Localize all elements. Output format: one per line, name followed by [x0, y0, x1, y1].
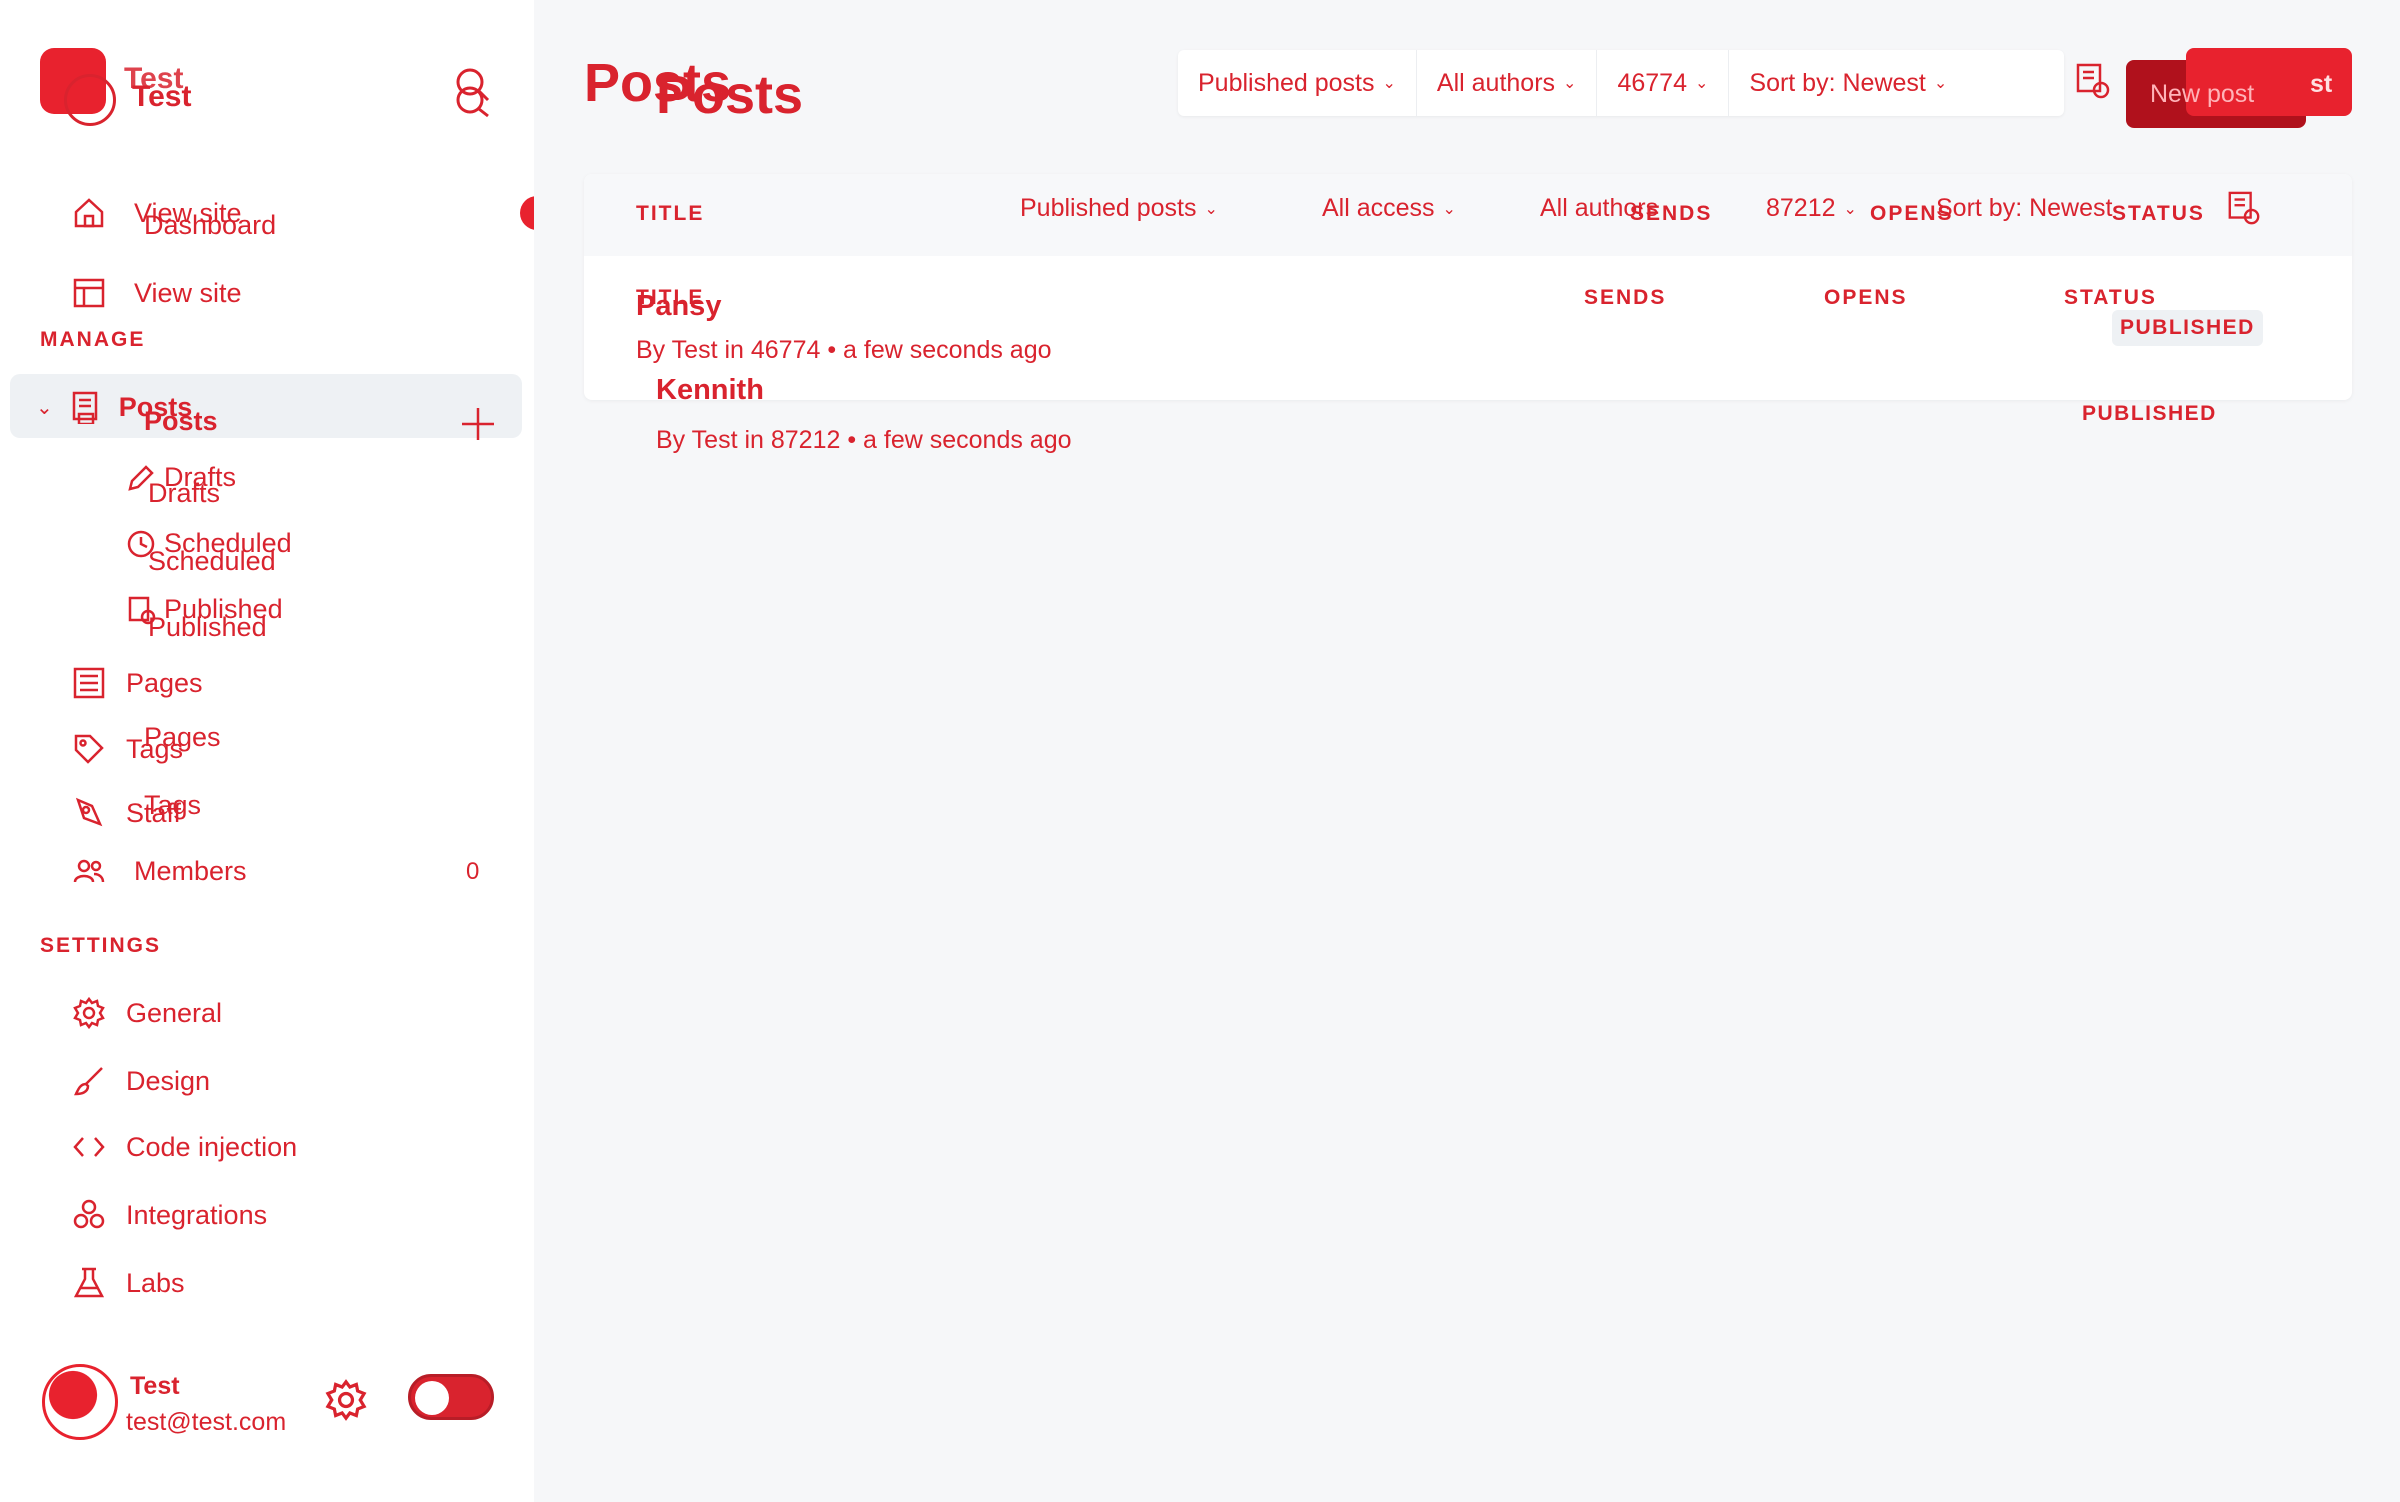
- filter-label: 87212: [1766, 194, 1836, 222]
- chevron-down-icon[interactable]: ⌄: [36, 395, 53, 420]
- inline-filter-authors[interactable]: All authors: [1540, 194, 1658, 223]
- user-name: Test: [130, 1372, 180, 1400]
- column-header-sends-ghost: SENDS: [1584, 286, 1667, 309]
- sidebar-item-view-site-2[interactable]: View site: [72, 276, 242, 310]
- filter-label: Published posts: [1020, 194, 1197, 222]
- home-icon: [74, 198, 104, 228]
- tag-icon: [74, 734, 104, 764]
- filter-sort[interactable]: Sort by: Newest ⌄: [1729, 50, 1967, 116]
- search-icon[interactable]: [452, 64, 492, 118]
- filter-label: Sort by: Newest: [1936, 194, 2113, 222]
- brand-name[interactable]: Test: [132, 80, 191, 114]
- chevron-down-icon: ⌄: [1442, 200, 1456, 218]
- sidebar-item-staff[interactable]: Staff: [72, 796, 181, 830]
- sidebar-item-members[interactable]: Members: [72, 854, 247, 888]
- layout-icon: [73, 278, 105, 308]
- gear-icon: [73, 996, 105, 1030]
- sidebar-subitem-ghost-label: Published: [148, 612, 267, 642]
- gear-icon[interactable]: [324, 1378, 368, 1422]
- chevron-down-icon: ⌄: [1204, 200, 1218, 218]
- sidebar-item-ghost-label: Posts: [144, 406, 218, 436]
- integrations-icon: [73, 1199, 105, 1229]
- filter-label: Sort by: Newest: [1749, 68, 1926, 97]
- column-header-opens-ghost: OPENS: [1824, 286, 1908, 309]
- status-badge: PUBLISHED: [2112, 310, 2263, 346]
- brand-logo[interactable]: [40, 48, 116, 126]
- user-email: test@test.com: [126, 1408, 287, 1436]
- filter-post-type[interactable]: Published posts ⌄: [1178, 50, 1417, 116]
- members-icon: [73, 859, 105, 883]
- inline-filter-access[interactable]: All access ⌄: [1322, 194, 1456, 223]
- post-title-link[interactable]: Kennith: [656, 374, 764, 407]
- column-header-title: TITLE: [636, 202, 705, 225]
- column-header-status-ghost: STATUS: [2064, 286, 2157, 309]
- section-title-manage: MANAGE: [40, 328, 146, 351]
- view-options-icon[interactable]: [2074, 62, 2112, 102]
- sidebar-item-label: Tags: [126, 733, 184, 764]
- sidebar-item-general[interactable]: General: [72, 996, 222, 1030]
- plus-icon[interactable]: [458, 404, 498, 444]
- posts-icon: [72, 391, 98, 424]
- sidebar-item-pages[interactable]: Pages: [72, 666, 203, 700]
- chevron-down-icon: ⌄: [1933, 75, 1948, 92]
- post-meta: By Test in 87212 • a few seconds ago: [656, 426, 1072, 454]
- chevron-down-icon: ⌄: [1843, 200, 1857, 218]
- filter-label: All authors: [1436, 68, 1556, 97]
- avatar[interactable]: [42, 1364, 118, 1440]
- chevron-down-icon: ⌄: [1563, 75, 1577, 92]
- chevron-down-icon: ⌄: [1382, 75, 1396, 92]
- new-post-button-label: New post: [2150, 80, 2255, 108]
- sidebar-item-tags[interactable]: Tags: [72, 732, 183, 766]
- page-title: Posts: [656, 65, 804, 125]
- post-meta: By Test in 46774 • a few seconds ago: [636, 336, 1052, 364]
- theme-toggle[interactable]: [408, 1374, 494, 1420]
- sidebar-item-label: Members: [134, 855, 247, 886]
- sidebar-item-label: Labs: [126, 1267, 185, 1298]
- flask-icon: [73, 1267, 105, 1298]
- sidebar-item-code-injection[interactable]: Code injection: [72, 1130, 297, 1164]
- column-header-status: STATUS: [2112, 202, 2205, 225]
- sidebar-item-labs[interactable]: Labs: [72, 1266, 185, 1300]
- staff-icon: [75, 797, 103, 827]
- section-title-settings: SETTINGS: [40, 934, 162, 957]
- code-icon: [73, 1137, 105, 1157]
- filter-label: Published posts: [1198, 68, 1375, 97]
- sidebar-subitem-ghost-label: Drafts: [148, 478, 221, 508]
- pages-icon: [73, 667, 105, 699]
- sidebar-item-label: View site: [134, 277, 242, 308]
- sidebar-item-label: Code injection: [126, 1131, 298, 1162]
- chevron-down-icon: ⌄: [1694, 75, 1709, 92]
- filter-authors[interactable]: All authors ⌄: [1417, 50, 1598, 116]
- new-post-button-label-fragment: st: [2310, 70, 2333, 98]
- sidebar-item-label: General: [126, 997, 223, 1028]
- filter-bar: Published posts ⌄ All authors ⌄ 46774 ⌄ Sor…: [1178, 50, 2064, 116]
- sidebar-item-label: Integrations: [126, 1199, 268, 1230]
- sidebar-item-ghost-label: Dashboard: [144, 210, 277, 240]
- sidebar-item-label: Design: [126, 1065, 211, 1096]
- inline-filter-tag[interactable]: 87212 ⌄: [1766, 194, 1857, 223]
- filter-label: All authors: [1540, 194, 1659, 222]
- sidebar-item-label: Staff: [126, 797, 182, 828]
- sidebar: Test Test View site Dashboard View site …: [0, 0, 554, 1502]
- members-count: 0: [466, 858, 480, 885]
- view-options-icon[interactable]: [2226, 190, 2262, 228]
- sidebar-item-integrations[interactable]: Integrations: [72, 1198, 267, 1232]
- sidebar-subitem-ghost-label: Scheduled: [148, 546, 276, 576]
- status-badge: PUBLISHED: [2082, 402, 2217, 425]
- post-title-link[interactable]: Pansy: [636, 290, 721, 323]
- brush-icon: [73, 1067, 103, 1096]
- inline-filter-sort[interactable]: Sort by: Newest: [1936, 194, 2112, 223]
- filter-label: 46774: [1617, 68, 1687, 97]
- filter-label: All access: [1322, 194, 1435, 222]
- filter-tag[interactable]: 46774 ⌄: [1597, 50, 1730, 116]
- sidebar-item-design[interactable]: Design: [72, 1064, 210, 1098]
- inline-filter-post-type[interactable]: Published posts ⌄: [1020, 194, 1218, 223]
- sidebar-item-label: Pages: [126, 667, 203, 698]
